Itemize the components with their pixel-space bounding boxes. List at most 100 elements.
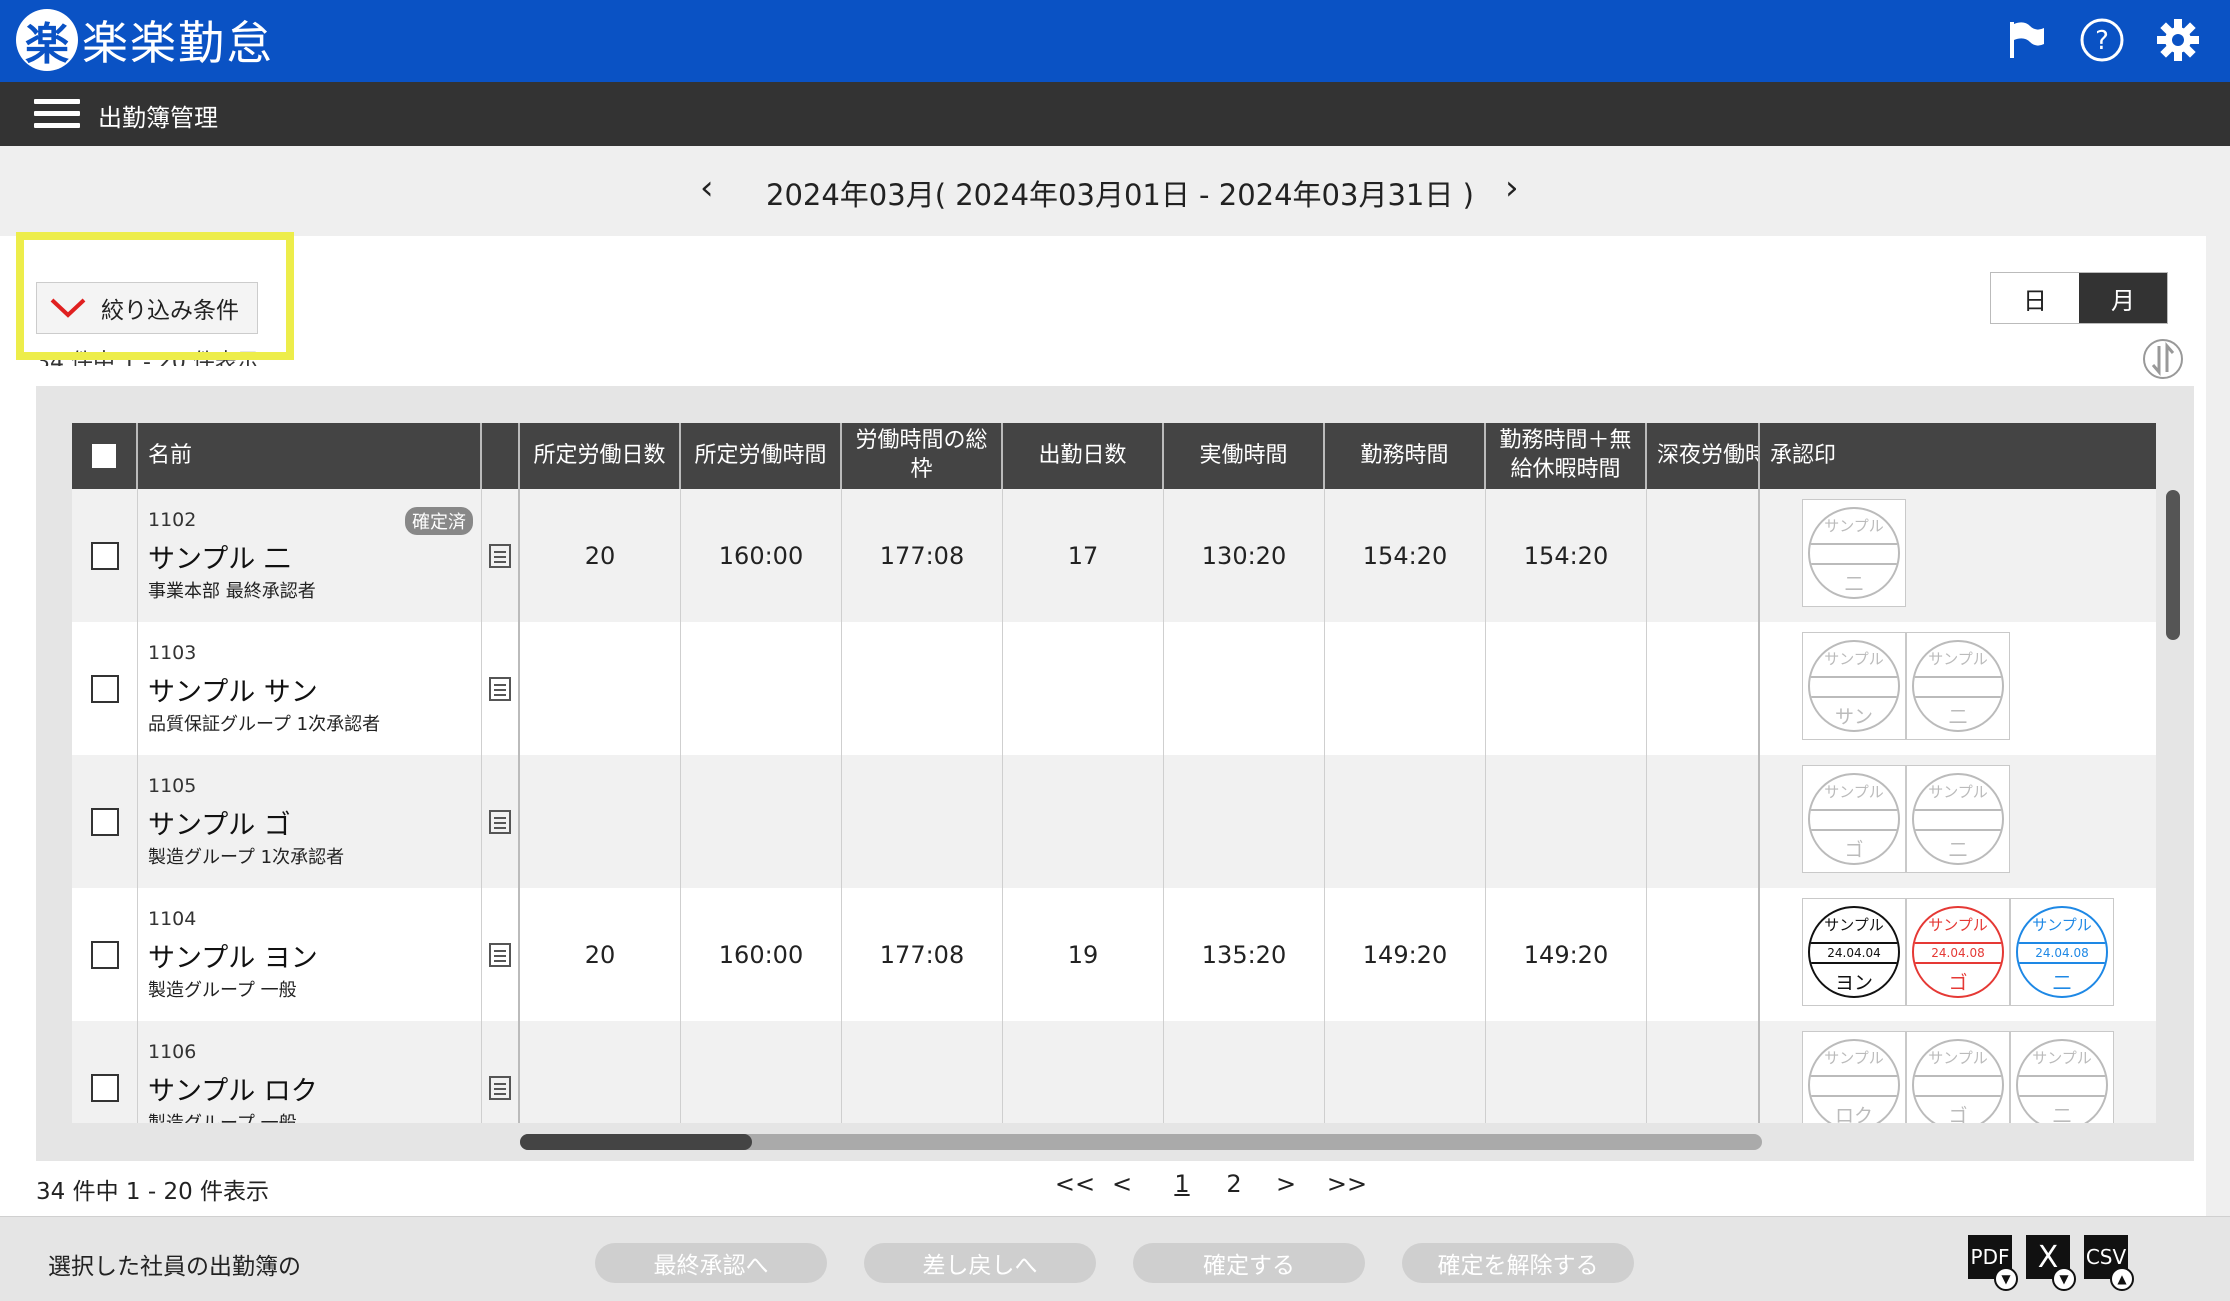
- flag-icon[interactable]: [2000, 14, 2052, 66]
- expand-toggle-icon[interactable]: [2142, 338, 2184, 380]
- stamp-bottom-text: ロク: [1834, 1105, 1873, 1123]
- row-checkbox[interactable]: [90, 940, 119, 969]
- value-cell: [842, 1021, 1003, 1123]
- final-approve-button[interactable]: 最終承認へ: [595, 1243, 827, 1283]
- row-checkbox[interactable]: [90, 1073, 119, 1102]
- stamp-slot: サンプル二: [1802, 499, 1906, 607]
- page-link-2[interactable]: 2: [1222, 1170, 1246, 1198]
- document-icon[interactable]: [482, 1021, 520, 1123]
- table-row[interactable]: 1105 サンプル ゴ製造グループ 1次承認者 サンプルゴサンプル二: [72, 755, 2156, 888]
- col-header-work-plus-unpaid[interactable]: 勤務時間＋無 給休暇時間: [1486, 423, 1647, 489]
- employee-cell[interactable]: 1106 サンプル ロク製造グループ 一般: [138, 1021, 482, 1123]
- stamp-bottom-text: 二: [1948, 706, 1968, 728]
- excel-export-button[interactable]: X ▼: [2026, 1235, 2076, 1291]
- row-checkbox-cell: [72, 622, 138, 755]
- app-window: 楽 楽楽勤怠 ? 出勤簿管理 ‹ 2024年03月( 2024年03月01日 -…: [0, 0, 2230, 1301]
- col-header-scheduled-days[interactable]: 所定労働日数: [520, 423, 681, 489]
- approval-stamp: サンプル二: [1808, 507, 1900, 599]
- approval-stamps: サンプル サン サンプル二: [1802, 632, 2010, 744]
- prev-month-button[interactable]: ‹: [700, 168, 714, 208]
- col-header-work-hours[interactable]: 勤務時間: [1325, 423, 1486, 489]
- value-cell: [1325, 1021, 1486, 1123]
- view-day-button[interactable]: 日: [1991, 273, 2079, 323]
- csv-export-button[interactable]: CSV ▲: [2084, 1235, 2134, 1291]
- table-row[interactable]: 1104 サンプル ヨン 製造グループ 一般 20 160:00 177:08 19 135:…: [72, 888, 2156, 1021]
- arrow-down-icon: ▼: [1994, 1267, 2018, 1291]
- value-cell: [1003, 622, 1164, 755]
- horizontal-scroll-thumb[interactable]: [520, 1134, 752, 1150]
- unconfirm-button[interactable]: 確定を解除する: [1402, 1243, 1634, 1283]
- employee-name[interactable]: サンプル サン: [148, 670, 318, 709]
- employee-cell[interactable]: 1102 サンプル 二事業本部 最終承認者 確定済: [138, 489, 482, 622]
- stamp-date: 24.04.08: [1914, 942, 2002, 964]
- value-cell: 149:20: [1325, 888, 1486, 1021]
- table-row[interactable]: 1102 サンプル 二事業本部 最終承認者 確定済 20 160:00 177:08 17 1…: [72, 489, 2156, 622]
- stamp-bottom-text: 二: [2052, 972, 2072, 994]
- menu-icon[interactable]: [34, 99, 80, 131]
- select-all-checkbox[interactable]: [92, 444, 116, 468]
- col-header-scheduled-hours[interactable]: 所定労働時間: [681, 423, 842, 489]
- col-header-actual-hours[interactable]: 実働時間: [1164, 423, 1325, 489]
- employee-department: 事業本部 最終承認者: [148, 581, 316, 602]
- pdf-export-button[interactable]: PDF ▼: [1968, 1235, 2018, 1291]
- value-cell: [1647, 888, 1760, 1021]
- row-checkbox[interactable]: [90, 541, 119, 570]
- filter-toggle-button[interactable]: 絞り込み条件: [36, 282, 258, 334]
- employee-name[interactable]: サンプル ゴ: [148, 803, 291, 842]
- table-row[interactable]: 1103 サンプル サン 品質保証グループ 1次承認者 サンプル サン サンプル二: [72, 622, 2156, 755]
- stamp-bottom-text: ゴ: [1948, 1105, 1968, 1123]
- page-prev-link[interactable]: <: [1110, 1170, 1134, 1198]
- document-icon[interactable]: [482, 888, 520, 1021]
- employee-number: 1102: [148, 509, 197, 531]
- approval-stamps: サンプルゴサンプル二: [1802, 765, 2010, 877]
- page-first-link[interactable]: <<: [1052, 1170, 1098, 1198]
- arrow-up-icon: ▲: [2110, 1267, 2134, 1291]
- document-icon[interactable]: [482, 755, 520, 888]
- employee-name[interactable]: サンプル ヨン: [148, 936, 318, 975]
- send-back-button[interactable]: 差し戻しへ: [864, 1243, 1096, 1283]
- value-cell: [1325, 622, 1486, 755]
- view-month-button[interactable]: 月: [2079, 273, 2167, 323]
- next-month-button[interactable]: ›: [1505, 168, 1519, 208]
- employee-name[interactable]: サンプル ロク: [148, 1069, 318, 1108]
- page-next-link[interactable]: >: [1274, 1170, 1298, 1198]
- value-cell: 135:20: [1164, 888, 1325, 1021]
- document-icon[interactable]: [482, 489, 520, 622]
- vertical-scroll-thumb[interactable]: [2166, 490, 2180, 640]
- col-header-night-hours[interactable]: 深夜労働時: [1647, 423, 1760, 489]
- confirm-button[interactable]: 確定する: [1133, 1243, 1365, 1283]
- col-header-name[interactable]: 名前: [138, 423, 482, 489]
- value-cell: 177:08: [842, 489, 1003, 622]
- table-row[interactable]: 1106サンプル ロク製造グループ 一般サンプルロクサンプルゴサンプル二: [72, 1021, 2156, 1123]
- employee-cell[interactable]: 1104 サンプル ヨン 製造グループ 一般: [138, 888, 482, 1021]
- employee-cell[interactable]: 1103 サンプル サン 品質保証グループ 1次承認者: [138, 622, 482, 755]
- page-last-link[interactable]: >>: [1324, 1170, 1370, 1198]
- stamp-slot: サンプル 24.04.08 二: [2010, 898, 2114, 1006]
- row-checkbox[interactable]: [90, 674, 119, 703]
- row-checkbox[interactable]: [90, 807, 119, 836]
- document-icon[interactable]: [482, 622, 520, 755]
- employee-number: 1106: [148, 1041, 197, 1063]
- stamp-date: [1914, 1075, 2002, 1097]
- stamp-date: [1914, 809, 2002, 831]
- col-header-attendance-days[interactable]: 出勤日数: [1003, 423, 1164, 489]
- top-bar: 楽 楽楽勤怠 ?: [0, 0, 2230, 82]
- page-link-1[interactable]: 1: [1170, 1170, 1194, 1198]
- value-cell: 149:20: [1486, 888, 1647, 1021]
- col-header-total-frame[interactable]: 労働時間の総 枠: [842, 423, 1003, 489]
- stamp-bottom-text: 二: [1948, 839, 1968, 861]
- stamp-bottom-text: ゴ: [1948, 972, 1968, 994]
- gear-icon[interactable]: [2152, 14, 2204, 66]
- help-icon[interactable]: ?: [2076, 14, 2128, 66]
- app-title: 楽楽勤怠: [82, 16, 274, 70]
- approval-stamp: サンプルゴ: [1808, 773, 1900, 865]
- app-logo[interactable]: 楽 楽楽勤怠: [16, 8, 274, 72]
- stamp-slot: サンプル サン: [1802, 632, 1906, 740]
- value-cell: [1003, 1021, 1164, 1123]
- stamp-bottom-text: 二: [1844, 573, 1864, 595]
- value-cell: [842, 622, 1003, 755]
- employee-name[interactable]: サンプル 二: [148, 537, 291, 576]
- employee-cell[interactable]: 1105 サンプル ゴ製造グループ 1次承認者: [138, 755, 482, 888]
- employee-department: 製造グループ 一般: [148, 980, 297, 1001]
- stamp-top-text: サンプル: [2032, 916, 2092, 934]
